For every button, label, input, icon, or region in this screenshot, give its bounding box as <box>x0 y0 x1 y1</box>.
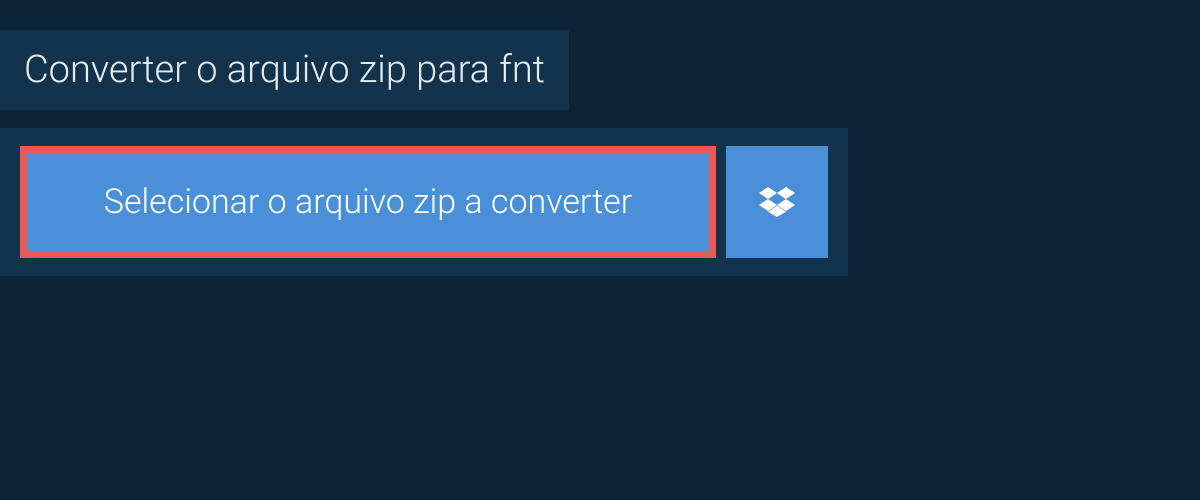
title-bar: Converter o arquivo zip para fnt <box>0 30 569 110</box>
select-file-label: Selecionar o arquivo zip a converter <box>104 182 632 222</box>
dropbox-icon <box>759 184 795 220</box>
upload-panel: Selecionar o arquivo zip a converter <box>0 128 848 276</box>
page-title: Converter o arquivo zip para fnt <box>24 48 545 92</box>
dropbox-button[interactable] <box>726 146 828 258</box>
select-file-button[interactable]: Selecionar o arquivo zip a converter <box>20 146 716 258</box>
